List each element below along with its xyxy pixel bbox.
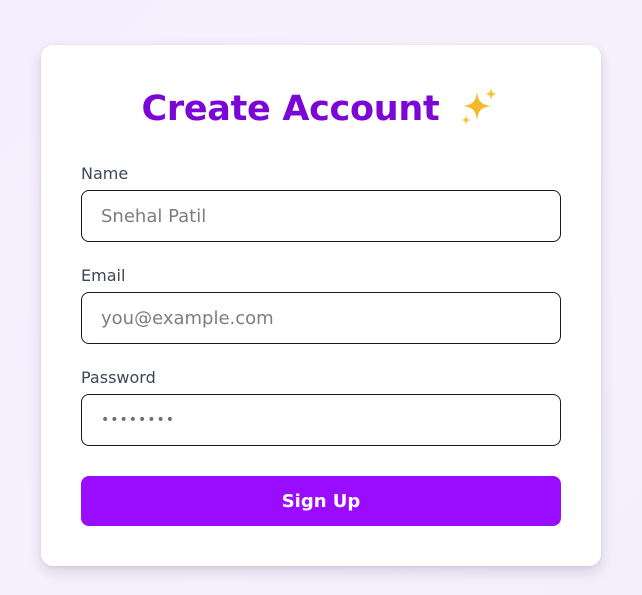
- email-label: Email: [81, 266, 126, 285]
- password-field[interactable]: [81, 394, 561, 446]
- name-field[interactable]: [81, 190, 561, 242]
- sparkles-icon: [457, 86, 501, 130]
- password-label: Password: [81, 368, 156, 387]
- sign-up-button[interactable]: Sign Up: [81, 476, 561, 526]
- signup-card: Create Account Name Email Password •••••…: [41, 45, 601, 566]
- title-row: Create Account: [41, 86, 601, 132]
- email-field[interactable]: [81, 292, 561, 344]
- page-title: Create Account: [141, 89, 440, 129]
- name-label: Name: [81, 164, 129, 183]
